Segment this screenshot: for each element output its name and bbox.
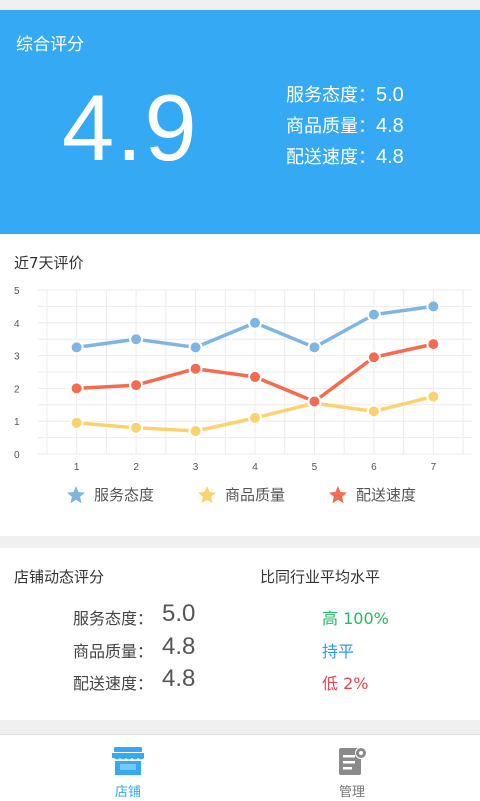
data-point-series-1 <box>307 340 322 355</box>
data-point-series-3 <box>129 378 144 393</box>
dynamic-row-compare: 低 2% <box>322 674 369 693</box>
legend-label: 商品质量 <box>225 486 286 504</box>
y-tick-label: 5 <box>14 286 20 297</box>
data-point-series-1 <box>426 299 441 314</box>
x-tick-label: 3 <box>193 462 199 473</box>
y-tick-label: 0 <box>14 450 20 461</box>
dynamic-row-service: 服务态度： 5.0 高 100% <box>0 600 480 632</box>
score-breakdown: 服务态度：5.0 商品质量：4.8 配送速度：4.8 <box>286 80 404 173</box>
y-tick-label: 1 <box>14 417 20 428</box>
x-tick-label: 2 <box>133 462 139 473</box>
dynamic-row-label: 商品质量： <box>73 642 154 661</box>
industry-compare-title: 比同行业平均水平 <box>260 568 381 586</box>
header-title: 综合评分 <box>16 35 84 55</box>
dynamic-row-value: 5.0 <box>162 600 196 627</box>
nav-tab-manage[interactable]: 管理 <box>232 735 472 801</box>
data-point-series-3 <box>307 394 322 409</box>
x-tick-label: 5 <box>312 462 318 473</box>
chart-legend: 服务态度 商品质量 配送速度 <box>0 484 480 514</box>
data-point-series-3 <box>366 350 381 365</box>
dynamic-row-label: 服务态度： <box>73 609 154 628</box>
dynamic-row-label: 配送速度： <box>73 674 154 693</box>
dynamic-row-compare: 高 100% <box>322 609 389 628</box>
y-tick-label: 4 <box>14 319 20 330</box>
legend-item[interactable]: 服务态度 <box>66 484 154 505</box>
weekly-rating-card: 0 1 2 3 4 5 1 2 3 4 5 6 7 近7天评价 服务态度 商品质量 配送速度 <box>0 234 480 536</box>
score-line-label: 配送速度： <box>286 147 376 168</box>
bottom-nav: 店铺 管理 <box>0 734 480 801</box>
data-point-series-2 <box>188 424 203 439</box>
score-line-quality: 商品质量：4.8 <box>286 111 404 142</box>
legend-label: 配送速度 <box>356 486 417 504</box>
store-dynamic-score-card: 店铺动态评分 比同行业平均水平 服务态度： 5.0 高 100% 商品质量： 4… <box>0 548 480 720</box>
legend-label: 服务态度 <box>94 486 155 504</box>
x-tick-label: 4 <box>252 462 258 473</box>
data-point-series-1 <box>248 315 262 330</box>
overall-score-header: 综合评分 4.9 服务态度：5.0 商品质量：4.8 配送速度：4.8 <box>0 10 480 234</box>
y-tick-label: 2 <box>14 384 20 395</box>
data-point-series-2 <box>69 415 84 430</box>
store-icon <box>112 747 144 775</box>
score-line-service: 服务态度：5.0 <box>286 80 404 111</box>
star-icon <box>329 485 347 503</box>
star-icon <box>67 485 85 503</box>
data-point-series-3 <box>426 337 441 352</box>
x-tick-label: 1 <box>74 462 80 473</box>
chart-title: 近7天评价 <box>14 254 84 272</box>
data-point-series-1 <box>366 307 381 322</box>
x-tick-label: 6 <box>371 462 377 473</box>
data-point-series-1 <box>69 340 84 355</box>
star-icon <box>198 485 216 503</box>
data-point-series-3 <box>248 369 262 384</box>
data-point-series-2 <box>129 420 144 435</box>
data-point-series-1 <box>188 340 203 355</box>
score-line-label: 商品质量： <box>286 116 376 137</box>
data-point-series-2 <box>366 404 381 419</box>
score-line-value: 4.8 <box>376 115 404 137</box>
data-point-series-2 <box>426 389 441 404</box>
data-point-series-2 <box>248 410 262 425</box>
document-settings-icon <box>339 747 367 775</box>
overall-score: 4.9 <box>62 75 199 180</box>
dynamic-row-value: 4.8 <box>162 633 196 660</box>
nav-label-store: 店铺 <box>114 785 141 800</box>
dynamic-row-delivery: 配送速度： 4.8 低 2% <box>0 665 480 697</box>
x-tick-label: 7 <box>431 462 437 473</box>
data-point-series-3 <box>69 381 84 396</box>
legend-item[interactable]: 配送速度 <box>328 484 416 505</box>
dynamic-score-title: 店铺动态评分 <box>14 568 105 586</box>
dynamic-row-value: 4.8 <box>162 665 196 692</box>
score-line-value: 5.0 <box>376 84 404 106</box>
score-line-value: 4.8 <box>376 146 404 168</box>
dynamic-row-quality: 商品质量： 4.8 持平 <box>0 633 480 665</box>
dynamic-row-compare: 持平 <box>322 642 355 661</box>
score-line-delivery: 配送速度：4.8 <box>286 142 404 173</box>
nav-label-manage: 管理 <box>338 785 365 800</box>
score-line-label: 服务态度： <box>286 85 376 106</box>
y-tick-label: 3 <box>14 352 20 363</box>
legend-item[interactable]: 商品质量 <box>197 484 285 505</box>
data-point-series-1 <box>129 332 144 347</box>
nav-tab-store[interactable]: 店铺 <box>8 735 248 801</box>
data-point-series-3 <box>188 361 203 376</box>
